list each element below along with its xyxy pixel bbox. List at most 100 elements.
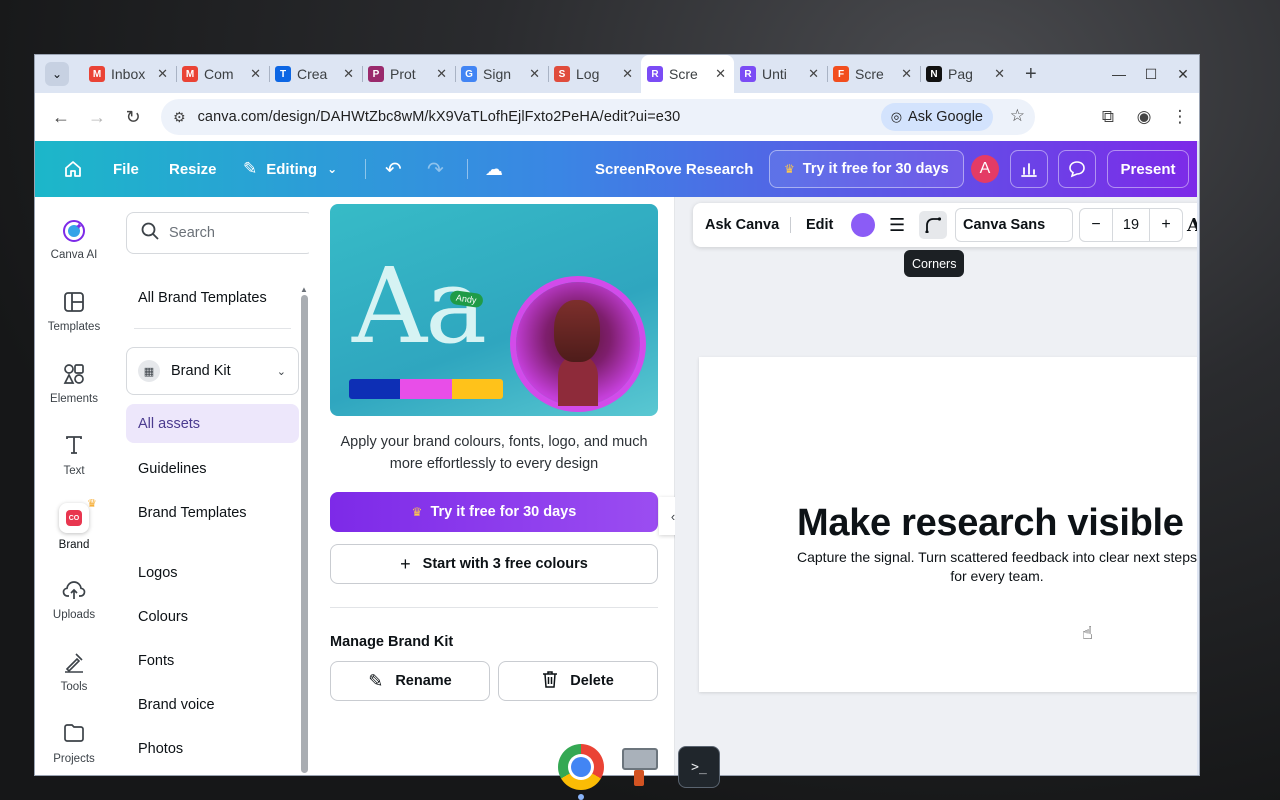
tab-close-icon[interactable]: ✕: [808, 66, 819, 82]
browser-tab[interactable]: F Scre ✕: [827, 55, 920, 93]
chrome-taskbar-icon[interactable]: [558, 744, 604, 790]
design-title[interactable]: ScreenRove Research: [595, 141, 753, 197]
header-try-free-button[interactable]: ♛ Try it free for 30 days: [769, 150, 964, 188]
undo-icon[interactable]: ↶: [385, 141, 402, 197]
rail-item-projects[interactable]: Projects: [35, 723, 113, 765]
search-input[interactable]: Search: [126, 212, 314, 254]
side-item-fonts[interactable]: Fonts: [138, 653, 174, 669]
lens-icon: ◎: [890, 109, 903, 124]
side-item-photos[interactable]: Photos: [138, 741, 183, 757]
reload-button[interactable]: ↻: [115, 107, 151, 128]
profile-icon[interactable]: ◉: [1135, 107, 1153, 127]
rail-item-brand[interactable]: CO ♛ Brand: [35, 498, 113, 551]
rail-label: Projects: [53, 753, 95, 765]
rail-item-text[interactable]: Text: [35, 435, 113, 477]
tab-close-icon[interactable]: ✕: [622, 66, 633, 82]
tab-search-button[interactable]: ⌄: [45, 62, 69, 86]
tab-close-icon[interactable]: ✕: [436, 66, 447, 82]
rail-item-tools[interactable]: Tools: [35, 651, 113, 693]
brand-kit-select[interactable]: ▦ Brand Kit ⌄: [126, 347, 299, 395]
rail-item-uploads[interactable]: Uploads: [35, 579, 113, 621]
rail-item-templates[interactable]: Templates: [35, 291, 113, 333]
start-free-colours-button[interactable]: + Start with 3 free colours: [330, 544, 658, 584]
forward-button[interactable]: →: [79, 107, 115, 128]
extensions-icon[interactable]: ⧉: [1099, 107, 1117, 127]
browser-tab[interactable]: S Log ✕: [548, 55, 641, 93]
font-family-dropdown[interactable]: Canva Sans: [955, 208, 1073, 242]
insights-icon[interactable]: [1010, 150, 1048, 188]
browser-tab[interactable]: N Pag ✕: [920, 55, 1013, 93]
url-text[interactable]: canva.com/design/DAHWtZbc8wM/kX9VaTLofhE…: [198, 109, 681, 125]
tab-favicon-icon: T: [275, 66, 291, 82]
tab-close-icon[interactable]: ✕: [529, 66, 540, 82]
font-size-value[interactable]: 19: [1112, 208, 1150, 242]
text-color-icon[interactable]: A: [1187, 203, 1197, 247]
browser-tab[interactable]: R Scre ✕: [641, 55, 734, 93]
terminal-prompt-icon: >_: [691, 759, 707, 775]
tab-close-icon[interactable]: ✕: [901, 66, 912, 82]
menu-kebab-icon[interactable]: ⋮: [1171, 107, 1189, 127]
tab-close-icon[interactable]: ✕: [343, 66, 354, 82]
home-icon[interactable]: [63, 141, 83, 197]
rail-item-elements[interactable]: Elements: [35, 363, 113, 405]
stroke-weight-icon[interactable]: ☰: [889, 203, 905, 247]
maximize-button[interactable]: ☐: [1135, 66, 1167, 83]
browser-tab[interactable]: R Unti ✕: [734, 55, 827, 93]
tab-close-icon[interactable]: ✕: [157, 66, 168, 82]
side-scrollbar-thumb[interactable]: [301, 295, 308, 773]
font-size-stepper[interactable]: − 19 +: [1079, 208, 1183, 242]
browser-tab[interactable]: T Crea ✕: [269, 55, 362, 93]
corners-icon[interactable]: [919, 211, 947, 239]
close-window-button[interactable]: ✕: [1167, 66, 1199, 83]
comment-icon[interactable]: [1058, 150, 1096, 188]
side-item-logos[interactable]: Logos: [138, 565, 178, 581]
browser-tab[interactable]: G Sign ✕: [455, 55, 548, 93]
ask-google-button[interactable]: ◎ Ask Google: [880, 103, 993, 131]
tab-close-icon[interactable]: ✕: [250, 66, 261, 82]
editing-mode-button[interactable]: ✎ Editing ⌄: [243, 141, 337, 197]
side-item-guidelines[interactable]: Guidelines: [138, 461, 207, 477]
new-tab-button[interactable]: +: [1025, 63, 1037, 86]
tab-close-icon[interactable]: ✕: [994, 66, 1005, 82]
address-bar[interactable]: ⚙ canva.com/design/DAHWtZbc8wM/kX9VaTLof…: [161, 99, 1035, 135]
divider: [134, 328, 291, 329]
chevron-down-icon: ⌄: [51, 67, 63, 81]
rail-item-canva-ai[interactable]: Canva AI: [35, 219, 113, 261]
browser-tab[interactable]: M Com ✕: [176, 55, 269, 93]
edit-button[interactable]: Edit: [806, 203, 833, 247]
screenshot-tool-taskbar-icon[interactable]: [620, 746, 660, 786]
search-placeholder: Search: [169, 225, 215, 241]
ask-canva-button[interactable]: Ask Canva: [705, 203, 779, 247]
brand-kit-icon: ▦: [138, 360, 160, 382]
bookmark-star-icon[interactable]: ☆: [1010, 106, 1025, 126]
page-headline[interactable]: Make research visible: [797, 502, 1184, 545]
scroll-up-icon[interactable]: ▲: [300, 285, 308, 294]
cloud-saved-icon[interactable]: ☁: [485, 141, 503, 197]
present-button[interactable]: Present: [1107, 150, 1189, 188]
browser-tab[interactable]: P Prot ✕: [362, 55, 455, 93]
delete-button[interactable]: Delete: [498, 661, 658, 701]
file-menu[interactable]: File: [113, 141, 139, 197]
minimize-button[interactable]: —: [1103, 66, 1135, 82]
all-brand-templates-link[interactable]: All Brand Templates: [138, 290, 267, 306]
side-item-all-assets[interactable]: All assets: [126, 404, 299, 443]
page-subtext[interactable]: Capture the signal. Turn scattered feedb…: [797, 548, 1197, 586]
side-item-brand-templates[interactable]: Brand Templates: [138, 505, 247, 521]
text-color-swatch[interactable]: [851, 213, 875, 237]
try-free-button[interactable]: ♛ Try it free for 30 days: [330, 492, 658, 532]
tab-close-icon[interactable]: ✕: [715, 66, 726, 82]
design-page[interactable]: Make research visible Capture the signal…: [699, 357, 1197, 692]
font-size-increase-button[interactable]: +: [1150, 216, 1182, 234]
resize-button[interactable]: Resize: [169, 141, 217, 197]
terminal-taskbar-icon[interactable]: >_: [678, 746, 720, 788]
redo-icon[interactable]: ↷: [427, 141, 444, 197]
browser-tab[interactable]: M Inbox ✕: [83, 55, 176, 93]
site-info-icon[interactable]: ⚙: [173, 109, 186, 126]
side-item-brand-voice[interactable]: Brand voice: [138, 697, 215, 713]
back-button[interactable]: ←: [43, 107, 79, 128]
side-item-colours[interactable]: Colours: [138, 609, 188, 625]
avatar[interactable]: A: [971, 155, 999, 183]
side-scrollbar[interactable]: ▲: [300, 285, 309, 773]
font-size-decrease-button[interactable]: −: [1080, 216, 1112, 234]
rename-button[interactable]: ✎ Rename: [330, 661, 490, 701]
